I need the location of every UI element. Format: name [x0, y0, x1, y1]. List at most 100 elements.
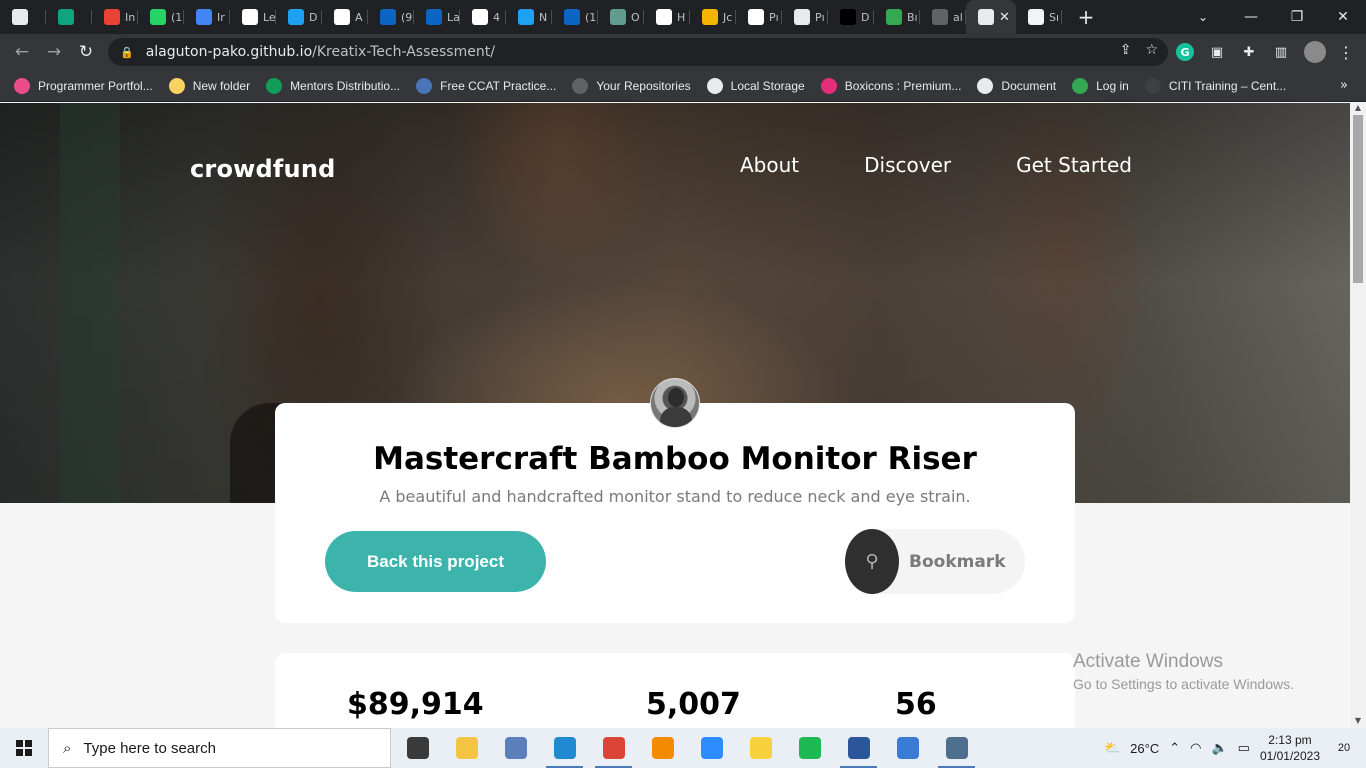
star-icon[interactable]: ☆ [1145, 42, 1158, 58]
browser-tab[interactable]: al [920, 0, 966, 34]
browser-tab[interactable]: O [598, 0, 644, 34]
taskbar-app-zoom[interactable] [687, 728, 736, 768]
browser-tab[interactable]: A [322, 0, 368, 34]
tab-title: 4 [493, 10, 500, 24]
puzzle-icon[interactable]: ✚ [1240, 43, 1258, 61]
bookmark-item[interactable]: New folder [168, 77, 266, 94]
close-window-icon[interactable]: ✕ [1320, 0, 1366, 34]
scroll-up-icon[interactable]: ▲ [1350, 103, 1366, 115]
browser-tab[interactable]: La [414, 0, 460, 34]
close-tab-icon[interactable]: ✕ [999, 10, 1010, 25]
project-card: Mastercraft Bamboo Monitor Riser A beaut… [275, 378, 1075, 623]
grammarly-icon[interactable]: G [1176, 43, 1194, 61]
video-extension-icon[interactable]: ▣ [1208, 43, 1226, 61]
page-scrollbar[interactable]: ▲ ▼ [1350, 103, 1366, 728]
start-button[interactable] [0, 728, 48, 768]
nav-link-get-started[interactable]: Get Started [1016, 153, 1132, 177]
forward-arrow-icon[interactable]: → [38, 36, 70, 68]
tab-title: (9 [401, 10, 413, 24]
taskbar-app-word[interactable] [834, 728, 883, 768]
anydesk-icon [896, 737, 919, 759]
side-panel-icon[interactable]: ▥ [1272, 43, 1290, 61]
browser-tab[interactable]: Pı [782, 0, 828, 34]
browser-tab[interactable]: H [644, 0, 690, 34]
sticky-notes-icon [749, 737, 772, 759]
nav-link-about[interactable]: About [740, 153, 799, 177]
notifications-icon[interactable]: 20 [1330, 734, 1358, 762]
bookmark-item[interactable]: Local Storage [706, 77, 821, 94]
browser-tab[interactable]: (1 [552, 0, 598, 34]
clock-time: 2:13 pm [1268, 733, 1312, 747]
browser-tab[interactable] [46, 0, 92, 34]
bookmark-item[interactable]: CITI Training – Cent... [1144, 77, 1302, 94]
taskbar-app-calculator[interactable] [932, 728, 981, 768]
site-logo[interactable]: crowdfund [190, 155, 336, 183]
browser-tab-active[interactable]: ✕ [966, 0, 1016, 34]
browser-tab[interactable]: N [506, 0, 552, 34]
reload-icon[interactable]: ↻ [70, 36, 102, 68]
browser-tab[interactable]: Sı [1016, 0, 1062, 34]
tab-title: Pı [769, 10, 779, 24]
bookmark-item[interactable]: Free CCAT Practice... [416, 77, 572, 94]
bookmark-item[interactable]: Your Repositories [572, 77, 706, 94]
browser-tab[interactable]: Jc [690, 0, 736, 34]
share-icon[interactable]: ⇪ [1120, 42, 1132, 58]
browser-tab[interactable]: Pı [736, 0, 782, 34]
bookmark-item[interactable]: Mentors Distributio... [266, 77, 416, 94]
browser-tab[interactable]: Bı [874, 0, 920, 34]
taskbar-app-vscode[interactable] [540, 728, 589, 768]
battery-icon[interactable]: ▭ [1238, 740, 1250, 756]
taskbar-app-chrome[interactable] [589, 728, 638, 768]
bookmark-item[interactable]: Document [977, 77, 1072, 94]
minimize-icon[interactable]: — [1228, 0, 1274, 34]
taskbar-app-app-window[interactable] [491, 728, 540, 768]
bookmark-item[interactable]: Log in [1072, 77, 1145, 94]
bookmark-favicon-icon [416, 77, 433, 94]
taskbar-app-task-view[interactable] [393, 728, 442, 768]
profile-avatar[interactable] [1304, 41, 1326, 63]
tab-favicon-icon [104, 9, 120, 25]
tab-search-icon[interactable]: ⌄ [1188, 0, 1218, 34]
taskbar-app-anydesk[interactable] [883, 728, 932, 768]
weather-temp[interactable]: 26°C [1130, 741, 1159, 756]
weather-icon[interactable]: ⛅ [1104, 740, 1120, 756]
taskbar-app-vlc[interactable] [638, 728, 687, 768]
tab-favicon-icon [150, 9, 166, 25]
new-tab-icon[interactable]: + [1068, 5, 1104, 29]
scrollbar-thumb[interactable] [1353, 115, 1363, 283]
restore-icon[interactable]: ❐ [1274, 0, 1320, 34]
browser-tab[interactable]: (1 [138, 0, 184, 34]
browser-tab[interactable]: 4 [460, 0, 506, 34]
bookmark-label: Boxicons : Premium... [844, 78, 962, 93]
hero-shade [60, 103, 120, 503]
taskbar-app-file-explorer[interactable] [442, 728, 491, 768]
browser-tab[interactable]: In [92, 0, 138, 34]
browser-tab[interactable]: Le [230, 0, 276, 34]
volume-icon[interactable]: 🔈 [1211, 740, 1227, 756]
tab-favicon-icon [794, 9, 810, 25]
more-bookmarks-icon[interactable]: » [1340, 78, 1348, 93]
taskbar-search[interactable]: ⌕ Type here to search [48, 728, 391, 768]
tab-favicon-icon [58, 9, 74, 25]
address-bar[interactable]: 🔒 alaguton-pako.github.io /Kreatix-Tech-… [108, 38, 1168, 66]
taskbar-app-spotify[interactable] [785, 728, 834, 768]
back-arrow-icon[interactable]: ← [6, 36, 38, 68]
menu-icon[interactable]: ⋮ [1338, 34, 1354, 70]
taskbar-clock[interactable]: 2:13 pm 01/01/2023 [1260, 732, 1320, 764]
back-project-button[interactable]: Back this project [325, 531, 546, 592]
browser-tab[interactable]: (9 [368, 0, 414, 34]
browser-tab[interactable]: D [276, 0, 322, 34]
tab-favicon-icon [610, 9, 626, 25]
scroll-down-icon[interactable]: ▼ [1350, 716, 1366, 728]
browser-tab[interactable] [0, 0, 46, 34]
chevron-up-icon[interactable]: ⌃ [1169, 740, 1180, 756]
bookmark-item[interactable]: Boxicons : Premium... [820, 77, 978, 94]
nav-link-discover[interactable]: Discover [864, 153, 951, 177]
wifi-icon[interactable]: ◠ [1190, 740, 1201, 756]
browser-tab[interactable]: D [828, 0, 874, 34]
bookmark-button[interactable]: ⚲ Bookmark [845, 529, 1025, 594]
browser-tab[interactable]: Ir [184, 0, 230, 34]
bookmark-item[interactable]: Programmer Portfol... [14, 77, 169, 94]
vscode-icon [553, 737, 576, 759]
taskbar-app-sticky-notes[interactable] [736, 728, 785, 768]
